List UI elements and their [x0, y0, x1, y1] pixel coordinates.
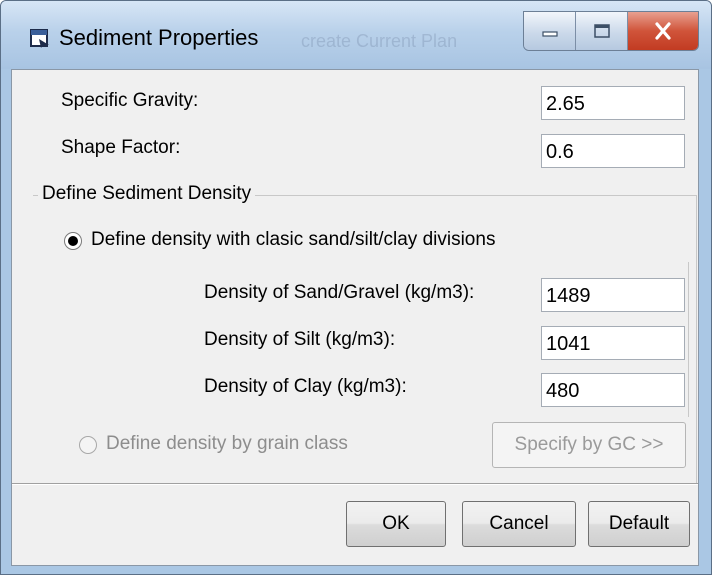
sand-density-label: Density of Sand/Gravel (kg/m3): [204, 282, 475, 303]
title-bar[interactable]: Sediment Properties create Current Plan [1, 1, 711, 69]
specific-gravity-input[interactable]: 2.65 [541, 86, 685, 120]
background-window-text: create Current Plan [301, 31, 458, 51]
window-app-icon [30, 29, 49, 48]
minimize-button[interactable] [524, 12, 576, 50]
clay-density-input[interactable]: 480 [541, 373, 685, 407]
ok-button[interactable]: OK [346, 501, 446, 547]
group-inner-border [688, 262, 689, 417]
sediment-density-group-title: Define Sediment Density [38, 183, 256, 205]
clay-density-label: Density of Clay (kg/m3): [204, 376, 407, 397]
sand-density-input[interactable]: 1489 [541, 278, 685, 312]
close-icon [655, 22, 671, 40]
close-button[interactable] [628, 12, 698, 50]
maximize-icon [593, 24, 610, 38]
minimize-icon [541, 31, 558, 37]
grain-class-label[interactable]: Define density by grain class [106, 433, 348, 455]
shape-factor-label: Shape Factor: [61, 137, 181, 158]
footer-separator-highlight [12, 484, 698, 485]
caption-buttons [523, 11, 699, 51]
maximize-button[interactable] [576, 12, 628, 50]
window-title: Sediment Properties [59, 25, 259, 50]
grain-class-radio[interactable] [79, 436, 97, 454]
silt-density-input[interactable]: 1041 [541, 326, 685, 360]
dialog-client-area: Specific Gravity: 2.65 Shape Factor: 0.6… [11, 69, 699, 566]
default-button[interactable]: Default [588, 501, 690, 547]
radio-selected-dot [68, 236, 78, 246]
sediment-properties-window: Sediment Properties create Current Plan [0, 0, 712, 575]
shape-factor-input[interactable]: 0.6 [541, 134, 685, 168]
classic-division-radio[interactable] [64, 232, 82, 250]
classic-division-label[interactable]: Define density with clasic sand/silt/cla… [91, 229, 495, 251]
cancel-button[interactable]: Cancel [462, 501, 576, 547]
specific-gravity-label: Specific Gravity: [61, 90, 199, 111]
specify-by-gc-button[interactable]: Specify by GC >> [492, 422, 686, 468]
silt-density-label: Density of Silt (kg/m3): [204, 329, 396, 350]
